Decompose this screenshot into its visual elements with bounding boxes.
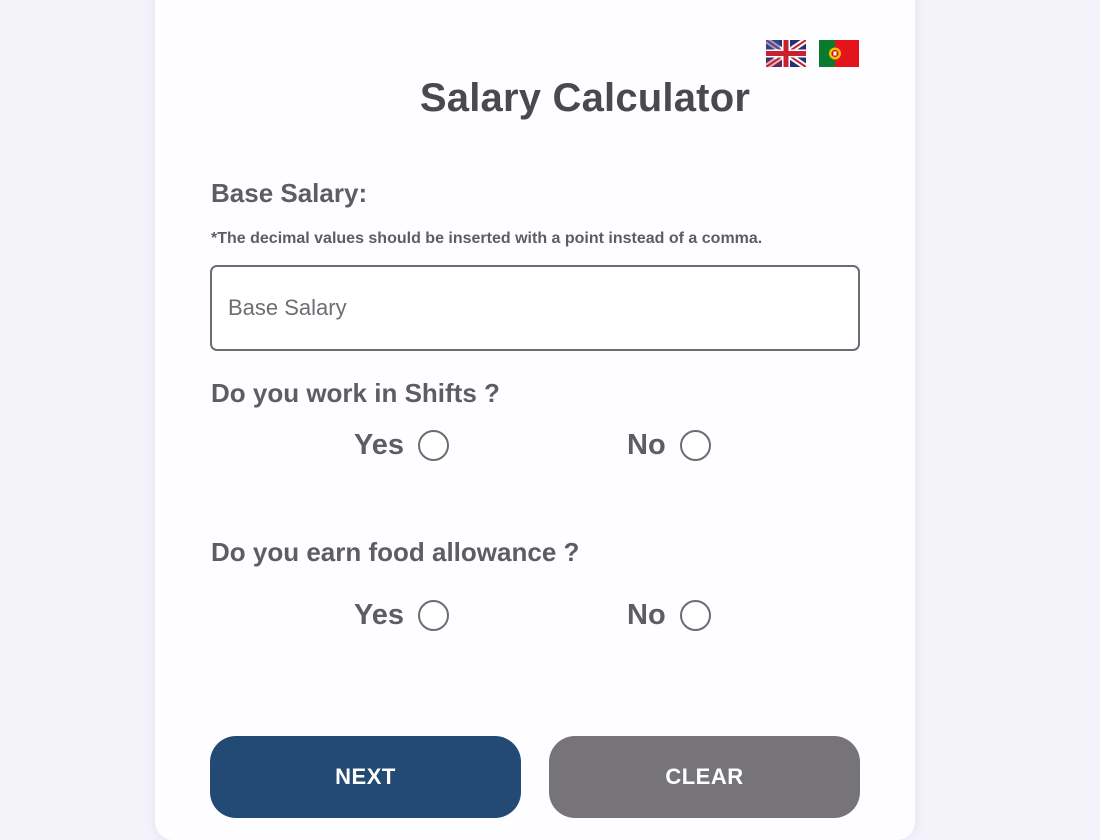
shifts-no-radio[interactable] (679, 430, 711, 461)
uk-flag-icon[interactable] (766, 40, 806, 67)
shifts-question: Do you work in Shifts ? (211, 378, 500, 408)
shifts-yes-label: Yes (354, 429, 404, 461)
language-switcher (766, 40, 859, 67)
food-allowance-yes-radio[interactable] (418, 600, 449, 631)
page-title: Salary Calculator (419, 76, 751, 120)
next-button[interactable]: NEXT (210, 736, 521, 818)
calculator-card (155, 0, 915, 840)
food-allowance-no-option[interactable]: No (627, 599, 711, 632)
food-allowance-no-radio[interactable] (679, 600, 711, 631)
shifts-no-label: No (627, 429, 666, 461)
food-allowance-question: Do you earn food allowance ? (211, 537, 580, 567)
portugal-flag-icon[interactable] (819, 40, 859, 67)
clear-button[interactable]: CLEAR (549, 736, 860, 818)
base-salary-label: Base Salary: (211, 178, 368, 208)
shifts-yes-radio[interactable] (418, 430, 449, 461)
food-allowance-yes-label: Yes (354, 599, 404, 631)
shifts-no-option[interactable]: No (627, 429, 711, 462)
food-allowance-no-label: No (627, 599, 666, 631)
food-allowance-yes-option[interactable]: Yes (354, 599, 449, 632)
base-salary-input[interactable] (210, 265, 860, 351)
decimal-format-note: *The decimal values should be inserted w… (211, 230, 763, 247)
shifts-yes-option[interactable]: Yes (354, 429, 449, 462)
